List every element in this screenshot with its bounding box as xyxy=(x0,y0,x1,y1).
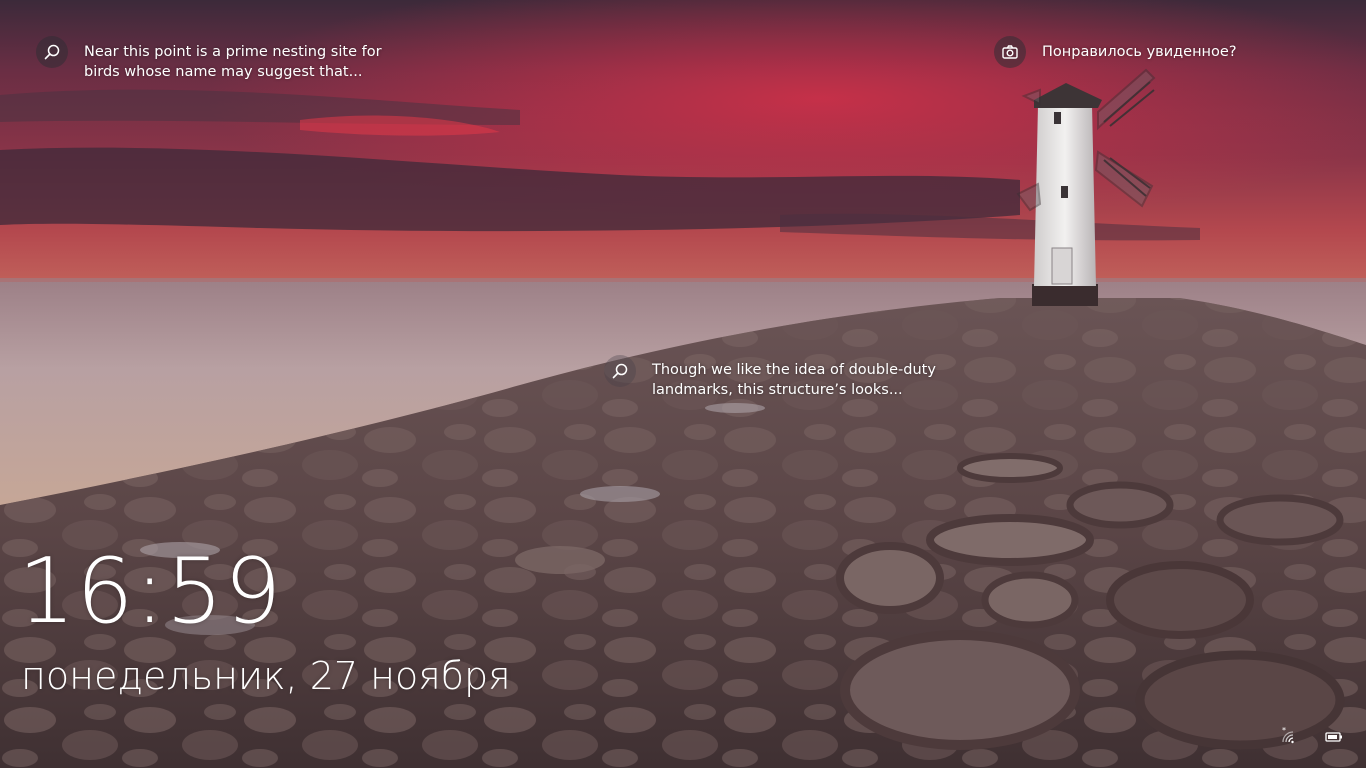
search-icon xyxy=(44,44,60,60)
spotlight-like-text[interactable]: Понравилось увиденное? xyxy=(1042,42,1237,62)
wifi-icon[interactable]: * xyxy=(1280,727,1302,745)
spotlight-like-prompt[interactable]: Понравилось увиденное? xyxy=(994,36,1237,68)
lock-date: понедельник, 27 ноября xyxy=(21,654,511,698)
search-icon xyxy=(612,363,628,379)
spotlight-hotspot-landmarks[interactable]: Though we like the idea of double-duty l… xyxy=(604,355,936,400)
spotlight-feedback-button[interactable] xyxy=(994,36,1026,68)
battery-icon[interactable] xyxy=(1324,728,1346,746)
svg-text:*: * xyxy=(1282,727,1286,735)
spotlight-hotspot-text[interactable]: Though we like the idea of double-duty l… xyxy=(652,360,936,400)
spotlight-hotspot-birds[interactable]: Near this point is a prime nesting site … xyxy=(36,36,382,82)
spotlight-hotspot-text[interactable]: Near this point is a prime nesting site … xyxy=(84,42,382,82)
camera-icon xyxy=(1002,45,1018,59)
lock-clock: 16:59 xyxy=(18,539,283,644)
spotlight-search-button[interactable] xyxy=(36,36,68,68)
lock-screen[interactable]: Near this point is a prime nesting site … xyxy=(0,0,1366,768)
spotlight-search-button[interactable] xyxy=(604,355,636,387)
